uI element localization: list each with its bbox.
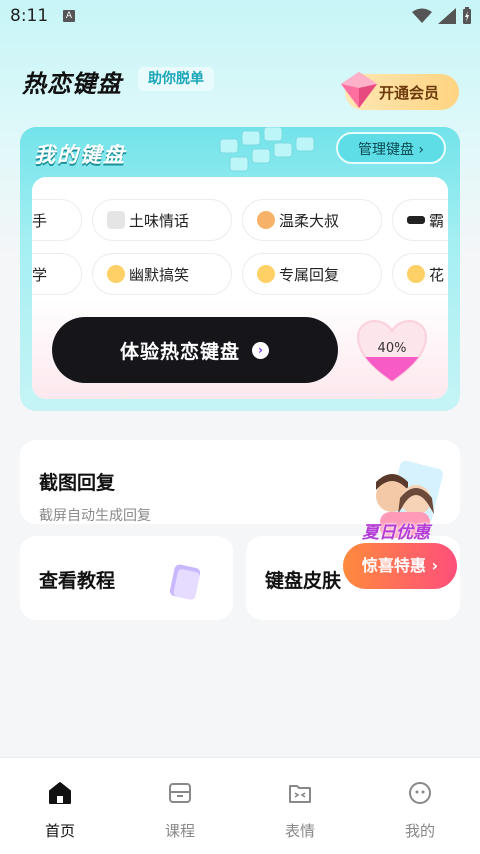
style-chip-label: 霸 [429,212,445,230]
my-keyboard-title: 我的键盘 [34,143,126,167]
nav-mine-label: 我的 [404,822,435,840]
sunglasses-icon [407,216,425,224]
style-chip[interactable]: 土味情话 [92,199,232,241]
style-chip-label: 花 [429,266,445,284]
bottom-nav: 首页 课程 表情 我的 [0,757,480,854]
style-chip-label: 土味情话 [129,212,190,230]
promo-button[interactable]: 惊喜特惠 › [343,543,457,589]
style-chip[interactable]: 花 [392,253,448,295]
try-keyboard-button[interactable]: 体验热恋键盘 › [52,317,338,383]
grin-face-icon [257,265,275,283]
style-chip-label: 高手 [32,212,48,230]
screenshot-reply-title: 截图回复 [39,472,116,494]
style-chip[interactable]: 幽默搞笑 [92,253,232,295]
style-chip[interactable]: 专属回复 [242,253,382,295]
style-chip-label: 专属回复 [279,266,340,284]
nav-mine[interactable]: 我的 [360,758,480,854]
style-chip-label: 幽默搞笑 [129,266,190,284]
course-box-icon [169,783,191,803]
home-icon [49,782,71,804]
status-time: 8:11 [10,6,49,26]
keyboard-decoration-icon [219,127,315,172]
status-bar: 8:11 A [0,0,480,34]
app-title: 热恋键盘 [22,70,122,98]
nav-home-label: 首页 [44,822,75,840]
notification-a-icon: A [63,10,75,22]
speech-bubble-icon [107,211,125,229]
chevron-right-icon: › [252,342,269,359]
assist-tag: 助你脱单 [138,67,214,91]
keyboard-skin-title: 键盘皮肤 [265,570,342,592]
promo-headline: 夏日优惠 [362,523,430,543]
progress-heart: 40% [356,319,428,385]
book-icon [169,564,201,600]
battery-icon [463,7,471,24]
progress-percent: 40% [377,341,407,356]
style-chip-label: 文学 [32,266,48,284]
style-chip-row-2: 文学 幽默搞笑 专属回复 花 [32,253,448,297]
tutorial-title: 查看教程 [39,570,116,592]
try-keyboard-label: 体验热恋键盘 [120,341,241,363]
nav-emoji-label: 表情 [284,822,315,840]
tongue-face-icon [107,265,125,283]
vip-button[interactable]: 开通会员 [341,72,459,110]
emoji-folder-icon [289,785,311,803]
man-face-icon [257,211,275,229]
my-keyboard-card: 我的键盘 管理键盘 › 高手 土味情话 温柔大叔 霸 文学 幽默搞笑 专属回复 … [20,127,460,411]
nav-course-label: 课程 [164,822,195,840]
style-chip[interactable]: 霸 [392,199,448,241]
gem-icon [341,72,377,108]
tutorial-card[interactable]: 查看教程 [20,536,233,620]
nav-home[interactable]: 首页 [0,758,120,854]
nav-emoji[interactable]: 表情 [240,758,360,854]
vip-label: 开通会员 [379,84,440,102]
screenshot-reply-subtitle: 截屏自动生成回复 [39,508,151,524]
style-chip-label: 温柔大叔 [279,212,340,230]
style-chip-row-1: 高手 土味情话 温柔大叔 霸 [32,199,448,243]
nav-course[interactable]: 课程 [120,758,240,854]
wifi-icon [412,8,432,23]
manage-keyboard-button[interactable]: 管理键盘 › [336,132,446,164]
style-chip[interactable]: 文学 [32,253,82,295]
signal-icon [438,8,456,24]
style-chip[interactable]: 高手 [32,199,82,241]
keyboard-style-panel: 高手 土味情话 温柔大叔 霸 文学 幽默搞笑 专属回复 花 体验热恋键盘 › 4… [32,177,448,399]
face-icon [409,782,431,804]
kiss-face-icon [407,265,425,283]
style-chip[interactable]: 温柔大叔 [242,199,382,241]
status-icons [412,7,472,25]
